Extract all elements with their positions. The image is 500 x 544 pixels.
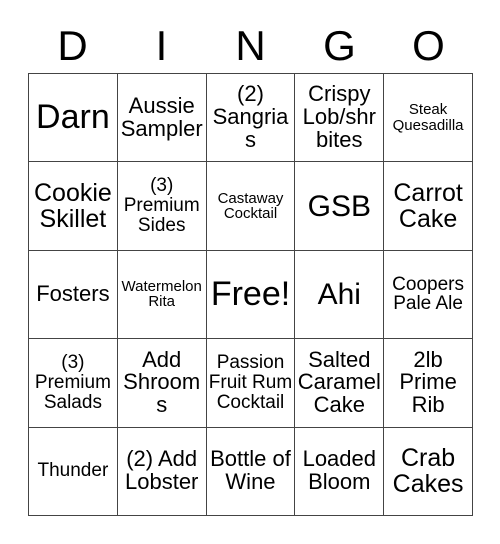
bingo-cell[interactable]: Thunder xyxy=(29,427,118,516)
bingo-cell[interactable]: Carrot Cake xyxy=(384,162,473,251)
bingo-cell[interactable]: Crispy Lob/shr bites xyxy=(295,74,385,163)
bingo-grid: Darn Aussie Sampler (2) Sangrias Crispy … xyxy=(28,73,473,516)
bingo-cell[interactable]: (3) Premium Sides xyxy=(117,162,207,251)
bingo-cell[interactable]: Bottle of Wine xyxy=(206,427,296,516)
bingo-header-letter-3: G xyxy=(323,21,356,69)
bingo-header-row: D I N G O xyxy=(28,18,473,73)
bingo-header-letter-0: D xyxy=(57,21,88,69)
bingo-cell-label: Castaway Cocktail xyxy=(217,189,284,223)
bingo-cell-label: Free! xyxy=(210,274,291,313)
bingo-cell-label: Carrot Cake xyxy=(393,179,463,234)
bingo-cell-label: Bottle of Wine xyxy=(210,446,291,495)
bingo-cell-free[interactable]: Free! xyxy=(206,250,296,340)
bingo-cell-label: Darn xyxy=(36,98,110,137)
bingo-card: D I N G O Darn Aussie Sampler (2) Sangri… xyxy=(0,0,500,544)
bingo-cell[interactable]: (3) Premium Salads xyxy=(29,339,118,428)
bingo-cell-label: GSB xyxy=(307,189,371,223)
bingo-cell[interactable]: Salted Caramel Cake xyxy=(295,339,385,428)
bingo-cell-label: 2lb Prime Rib xyxy=(399,346,457,418)
bingo-cell[interactable]: Fosters xyxy=(29,250,118,340)
bingo-cell-label: (3) Premium Sides xyxy=(123,175,200,236)
bingo-cell-label: Cookie Skillet xyxy=(33,179,112,234)
bingo-cell[interactable]: Coopers Pale Ale xyxy=(384,250,473,340)
bingo-cell[interactable]: (2) Add Lobster xyxy=(117,427,207,516)
bingo-cell-label: Watermelon Rita xyxy=(121,277,202,311)
bingo-cell-label: Fosters xyxy=(36,281,110,307)
bingo-cell[interactable]: Steak Quesadilla xyxy=(384,74,473,163)
bingo-cell-label: (2) Sangrias xyxy=(212,81,289,153)
bingo-cell-label: Salted Caramel Cake xyxy=(297,346,381,418)
bingo-cell[interactable]: Add Shrooms xyxy=(117,339,207,428)
bingo-cell[interactable]: 2lb Prime Rib xyxy=(384,339,473,428)
bingo-header-letter-1: I xyxy=(155,21,168,69)
bingo-cell-label: Crab Cakes xyxy=(392,444,464,499)
bingo-cell-label: Aussie Sampler xyxy=(120,92,203,141)
bingo-cell-label: Passion Fruit Rum Cocktail xyxy=(208,352,293,413)
bingo-header-letter-2: N xyxy=(235,21,266,69)
bingo-cell-label: Steak Quesadilla xyxy=(392,101,464,134)
bingo-header-letter-4: O xyxy=(412,21,445,69)
bingo-cell[interactable]: Loaded Bloom xyxy=(295,427,385,516)
bingo-cell[interactable]: Passion Fruit Rum Cocktail xyxy=(206,339,296,428)
bingo-cell-label: Thunder xyxy=(37,460,109,482)
bingo-cell[interactable]: (2) Sangrias xyxy=(206,74,296,163)
bingo-cell-label: Coopers Pale Ale xyxy=(392,273,464,315)
bingo-cell[interactable]: Ahi xyxy=(295,250,385,340)
bingo-cell[interactable]: Watermelon Rita xyxy=(117,250,207,340)
bingo-cell[interactable]: Cookie Skillet xyxy=(29,162,118,251)
bingo-cell-label: (2) Add Lobster xyxy=(125,446,199,495)
bingo-cell-label: Crispy Lob/shr bites xyxy=(302,81,376,153)
bingo-cell[interactable]: Aussie Sampler xyxy=(117,74,207,163)
bingo-cell[interactable]: Castaway Cocktail xyxy=(206,162,296,251)
bingo-cell[interactable]: Darn xyxy=(29,74,118,163)
bingo-cell-label: Loaded Bloom xyxy=(302,446,376,495)
bingo-cell[interactable]: GSB xyxy=(295,162,385,251)
bingo-cell-label: Ahi xyxy=(317,277,361,311)
bingo-cell-label: Add Shrooms xyxy=(123,346,201,418)
bingo-cell[interactable]: Crab Cakes xyxy=(384,427,473,516)
bingo-cell-label: (3) Premium Salads xyxy=(34,352,111,413)
